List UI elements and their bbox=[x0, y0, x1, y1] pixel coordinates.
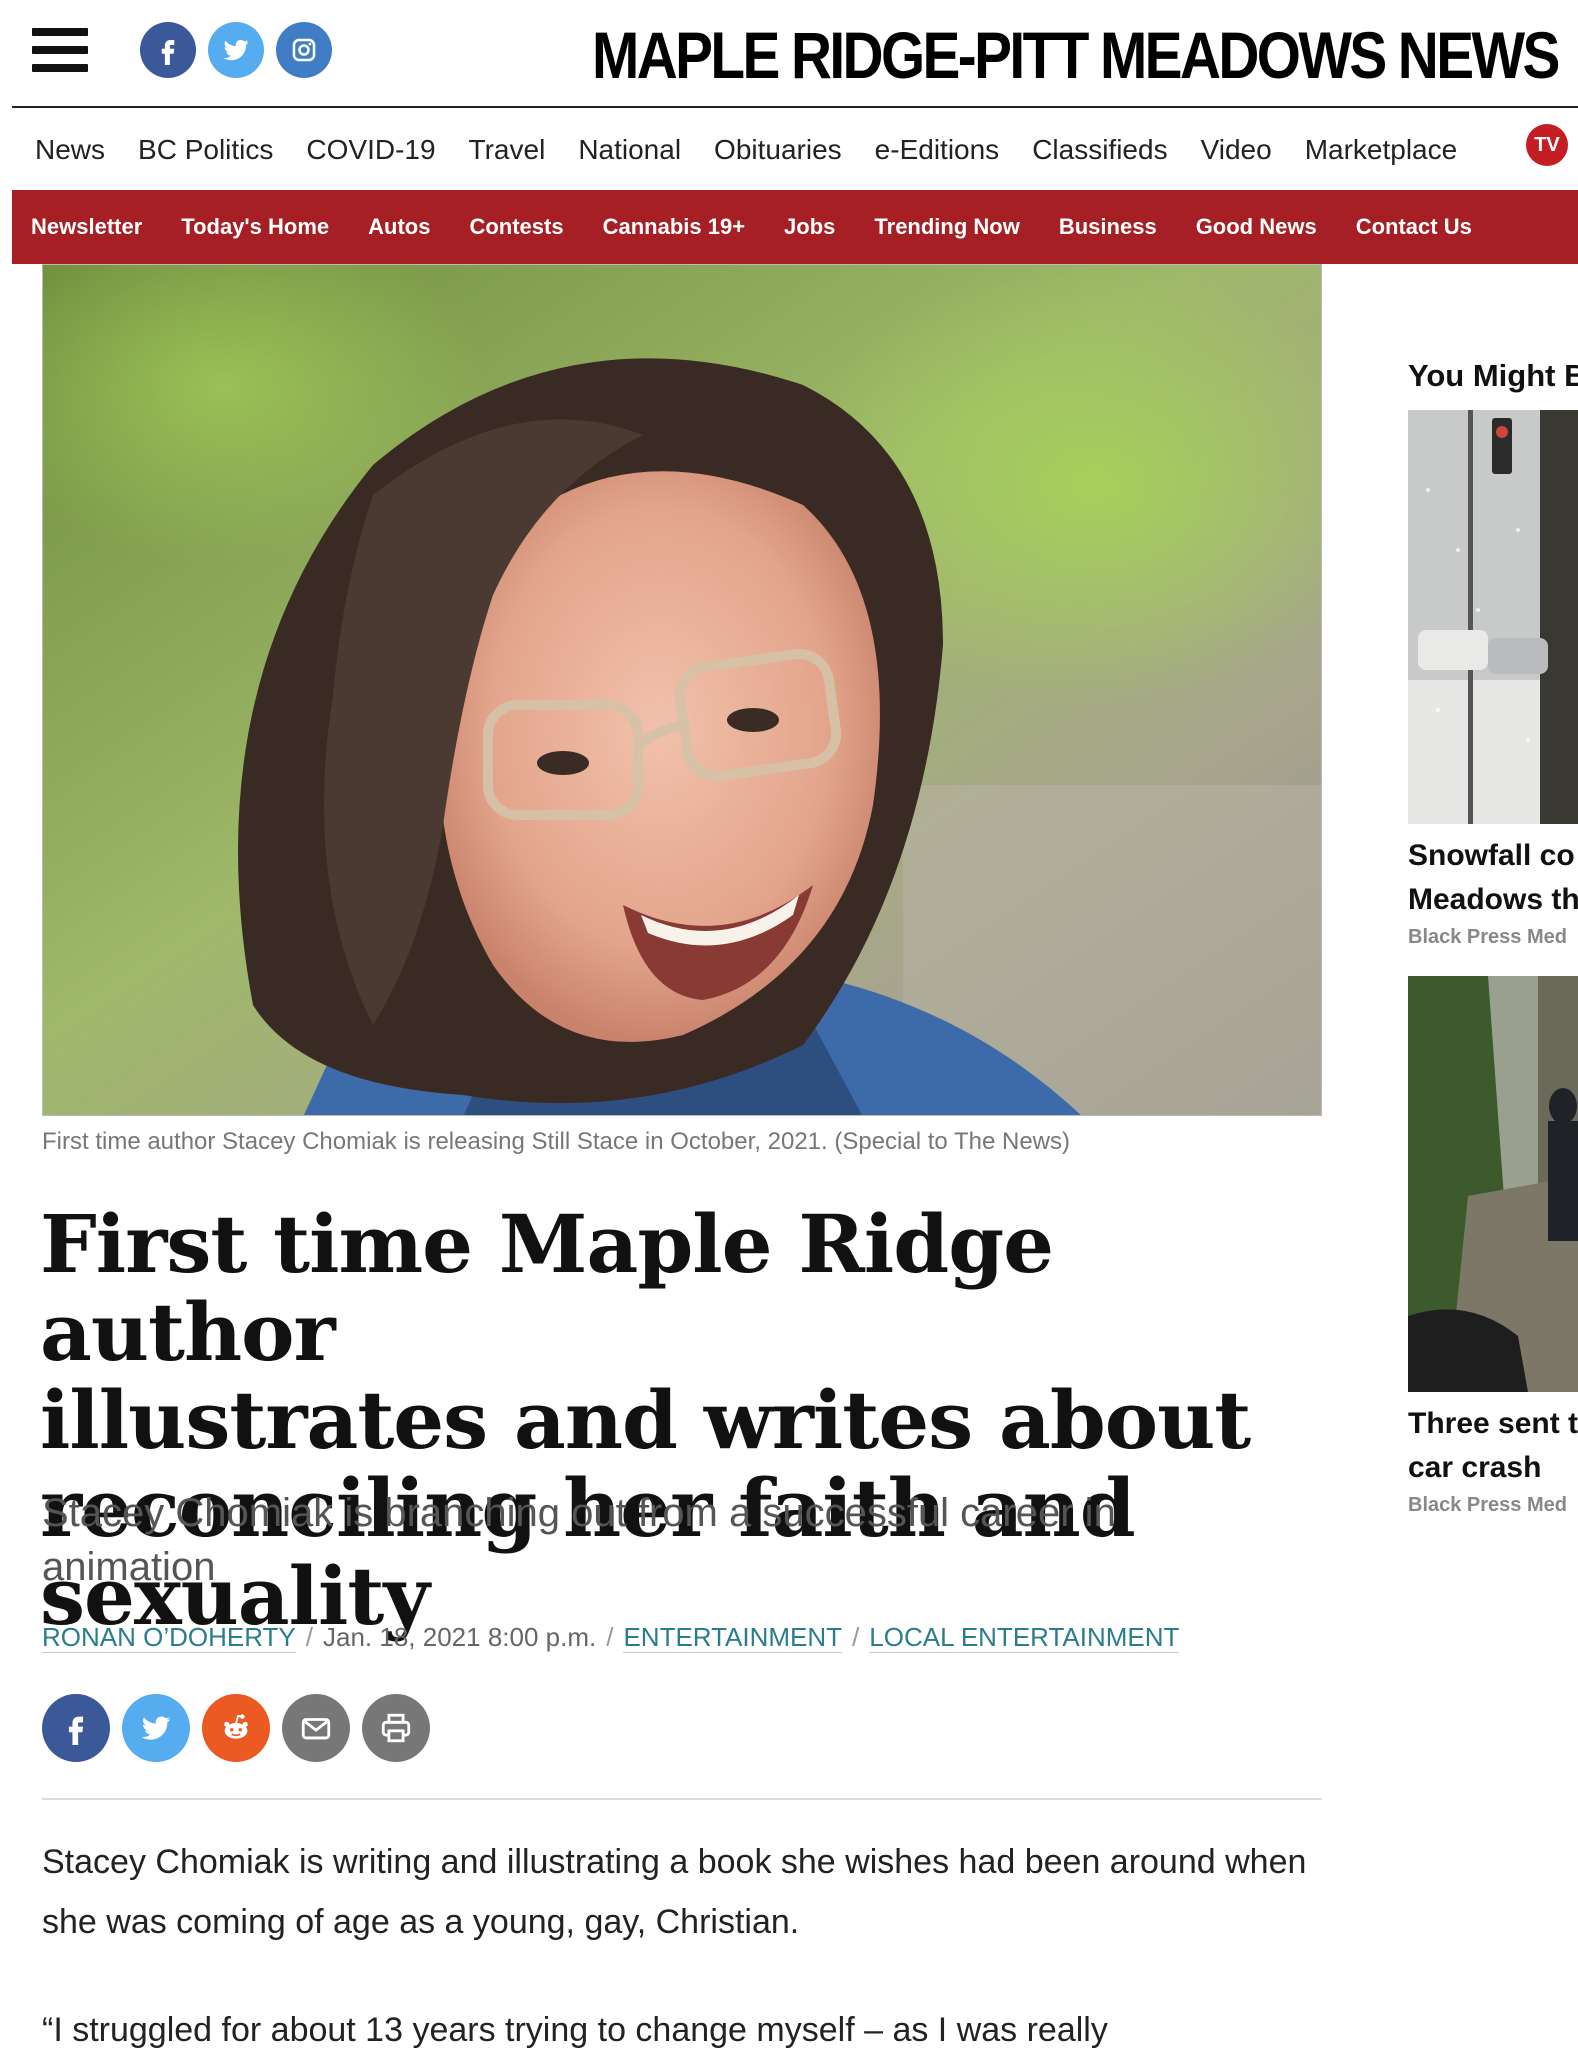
nav-item-e-editions[interactable]: e-Editions bbox=[875, 134, 1000, 166]
subcategory-link[interactable]: LOCAL ENTERTAINMENT bbox=[869, 1622, 1180, 1653]
sidebar-card-source: Black Press Med bbox=[1408, 926, 1567, 948]
facebook-icon bbox=[68, 1716, 84, 1745]
secondary-nav: Newsletter Today's Home Autos Contests C… bbox=[12, 190, 1578, 264]
twitter-icon bbox=[141, 1716, 171, 1740]
subnav-item-todays-home[interactable]: Today's Home bbox=[181, 214, 329, 240]
sidebar-card-image[interactable] bbox=[1408, 410, 1578, 824]
share-reddit-button[interactable] bbox=[202, 1694, 270, 1762]
print-button[interactable] bbox=[362, 1694, 430, 1762]
nav-item-covid-19[interactable]: COVID-19 bbox=[306, 134, 435, 166]
publish-date: Jan. 18, 2021 8:00 p.m. bbox=[323, 1622, 597, 1652]
twitter-icon[interactable] bbox=[208, 22, 264, 78]
subnav-item-trending-now[interactable]: Trending Now bbox=[874, 214, 1019, 240]
email-icon bbox=[301, 1718, 331, 1740]
byline: RONAN O’DOHERTY / Jan. 18, 2021 8:00 p.m. /… bbox=[42, 1622, 1180, 1653]
subnav-item-autos[interactable]: Autos bbox=[368, 214, 430, 240]
share-email-button[interactable] bbox=[282, 1694, 350, 1762]
share-twitter-button[interactable] bbox=[122, 1694, 190, 1762]
article-paragraph: “I struggled for about 13 years trying t… bbox=[42, 2011, 1108, 2049]
headline-line: illustrates and writes about bbox=[40, 1373, 1251, 1467]
menu-icon[interactable] bbox=[32, 28, 88, 72]
subnav-item-contests[interactable]: Contests bbox=[469, 214, 563, 240]
reddit-icon bbox=[224, 1714, 248, 1739]
author-link[interactable]: RONAN O’DOHERTY bbox=[42, 1622, 296, 1653]
sidebar-card[interactable]: Three sent t car crash Black Press Med bbox=[1408, 976, 1578, 1517]
sidebar-card-image[interactable] bbox=[1408, 976, 1578, 1392]
category-link[interactable]: ENTERTAINMENT bbox=[623, 1622, 843, 1653]
nav-item-marketplace[interactable]: Marketplace bbox=[1305, 134, 1458, 166]
site-header: MAPLE RIDGE-PITT MEADOWS NEWS bbox=[12, 0, 1578, 108]
nav-item-national[interactable]: National bbox=[578, 134, 681, 166]
site-masthead[interactable]: MAPLE RIDGE-PITT MEADOWS NEWS bbox=[592, 14, 1560, 96]
tv-badge[interactable]: TV bbox=[1526, 124, 1568, 166]
print-icon bbox=[381, 1713, 411, 1743]
nav-item-travel[interactable]: Travel bbox=[469, 134, 546, 166]
sidebar-title: You Might B bbox=[1408, 358, 1578, 393]
subnav-item-contact-us[interactable]: Contact Us bbox=[1356, 214, 1472, 240]
primary-nav: News BC Politics COVID-19 Travel Nationa… bbox=[12, 110, 1578, 190]
nav-item-video[interactable]: Video bbox=[1201, 134, 1272, 166]
headline-line: First time Maple Ridge author bbox=[40, 1197, 1054, 1379]
subnav-item-jobs[interactable]: Jobs bbox=[784, 214, 835, 240]
subnav-item-good-news[interactable]: Good News bbox=[1196, 214, 1317, 240]
share-facebook-button[interactable] bbox=[42, 1694, 110, 1762]
nav-item-bc-politics[interactable]: BC Politics bbox=[138, 134, 273, 166]
sidebar-card-headline: Snowfall co Meadows th bbox=[1408, 839, 1578, 916]
nav-item-classifieds[interactable]: Classifieds bbox=[1032, 134, 1167, 166]
nav-item-obituaries[interactable]: Obituaries bbox=[714, 134, 842, 166]
article-subheadline: Stacey Chomiak is branching out from a s… bbox=[42, 1491, 1116, 1589]
article-paragraph: Stacey Chomiak is writing and illustrati… bbox=[42, 1843, 1307, 1941]
subnav-item-business[interactable]: Business bbox=[1059, 214, 1157, 240]
sidebar-card[interactable]: Snowfall co Meadows th Black Press Med bbox=[1408, 410, 1578, 949]
subnav-item-newsletter[interactable]: Newsletter bbox=[31, 214, 142, 240]
facebook-icon[interactable] bbox=[140, 22, 196, 78]
nav-item-news[interactable]: News bbox=[35, 134, 105, 166]
sidebar-card-source: Black Press Med bbox=[1408, 1494, 1567, 1516]
divider bbox=[42, 1798, 1322, 1800]
instagram-icon[interactable] bbox=[276, 22, 332, 78]
subnav-item-cannabis[interactable]: Cannabis 19+ bbox=[603, 214, 745, 240]
sidebar-card-headline: Three sent t car crash bbox=[1408, 1407, 1578, 1484]
hero-photo[interactable] bbox=[42, 264, 1322, 1116]
photo-caption: First time author Stacey Chomiak is rele… bbox=[42, 1128, 1071, 1155]
